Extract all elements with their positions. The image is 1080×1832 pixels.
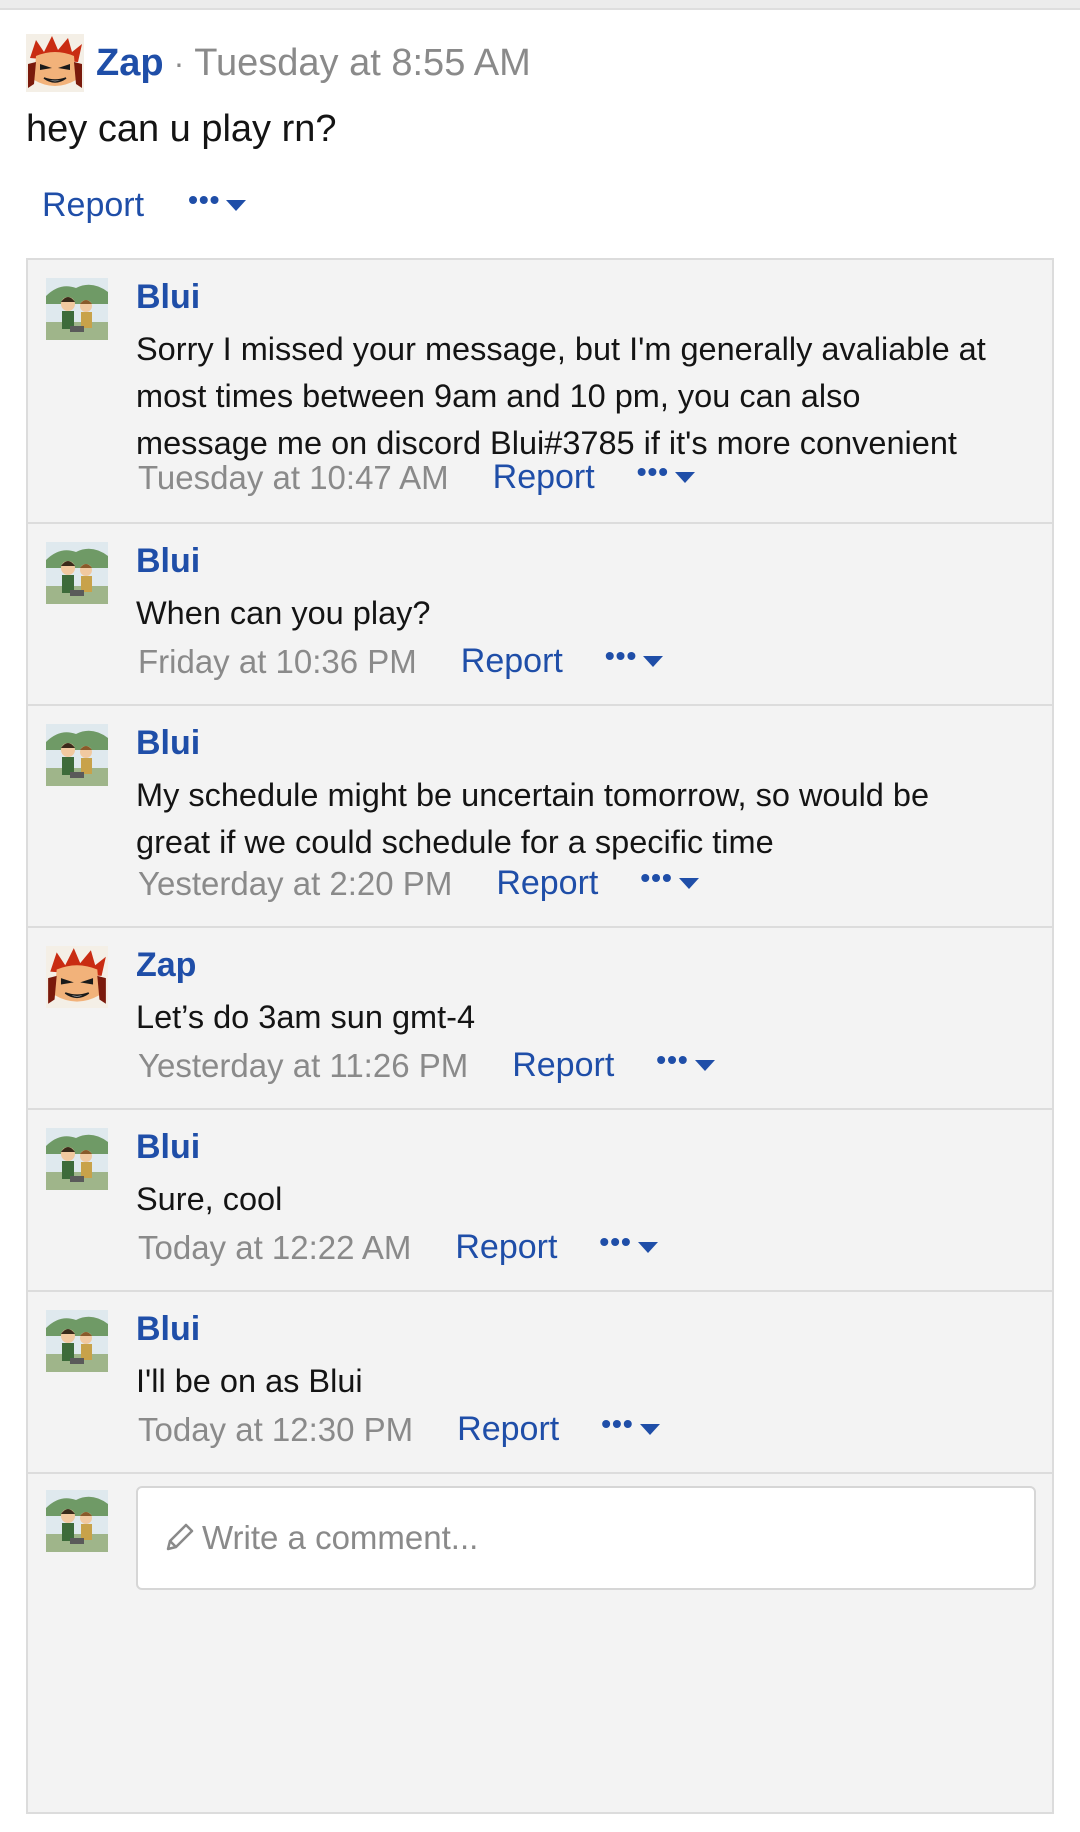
comment-author[interactable]: Blui [136,542,200,581]
pencil-icon [166,1523,194,1551]
comment-timestamp[interactable]: Friday at 10:36 PM [138,643,417,681]
comment-author[interactable]: Blui [136,278,200,317]
comment-meta: Friday at 10:36 PM Report ••• [138,641,664,681]
ellipsis-icon: ••• [601,1407,634,1439]
post-header: Zap · Tuesday at 8:55 AM [26,34,531,92]
comment-text: I'll be on as Blui [136,1358,1036,1405]
comment-text: Sure, cool [136,1176,1036,1223]
comment-item: Blui I'll be on as Blui Today at 12:30 P… [28,1292,1052,1474]
caret-down-icon [675,472,696,483]
caret-down-icon [694,1060,715,1071]
caret-down-icon [226,200,247,211]
report-button[interactable]: Report [493,458,595,497]
more-options-button[interactable]: ••• [601,1409,660,1444]
top-divider [0,0,1080,10]
post-separator: · [173,44,185,81]
report-button[interactable]: Report [461,642,563,681]
comment-author[interactable]: Blui [136,724,200,763]
caret-down-icon [639,1424,660,1435]
comment-meta: Today at 12:22 AM Report ••• [138,1227,658,1267]
report-button[interactable]: Report [496,864,598,903]
comment-author[interactable]: Blui [136,1128,200,1167]
comment-meta: Yesterday at 11:26 PM Report ••• [138,1045,715,1085]
report-button[interactable]: Report [42,186,144,225]
blui-avatar[interactable] [46,1128,108,1190]
ellipsis-icon: ••• [604,639,638,671]
blui-avatar[interactable] [46,724,108,786]
comment-item: Blui My schedule might be uncertain tomo… [28,706,1052,928]
comment-item: Blui When can you play? Friday at 10:36 … [28,524,1052,706]
more-options-button[interactable]: ••• [640,863,699,898]
post-actions: Report ••• [42,185,247,225]
blui-avatar[interactable] [46,542,108,604]
comment-author[interactable]: Zap [136,946,196,985]
comment-item: Blui Sure, cool Today at 12:22 AM Report… [28,1110,1052,1292]
comment-text: When can you play? [136,590,1036,637]
current-user-avatar [46,1490,108,1552]
report-button[interactable]: Report [455,1228,557,1267]
comment-author[interactable]: Blui [136,1310,200,1349]
report-button[interactable]: Report [512,1046,614,1085]
comment-line: Sorry I missed your message, but I'm gen… [136,331,986,367]
caret-down-icon [643,656,664,667]
post-timestamp[interactable]: Tuesday at 8:55 AM [194,42,531,85]
comment-meta: Today at 12:30 PM Report ••• [138,1409,660,1449]
report-button[interactable]: Report [457,1410,559,1449]
ellipsis-icon: ••• [640,861,673,893]
comment-input-placeholder: Write a comment... [202,1519,479,1556]
comment-meta: Tuesday at 10:47 AM Report ••• [138,457,696,497]
comment-input[interactable]: Write a comment... [136,1486,1036,1590]
more-options-button[interactable]: ••• [637,457,696,492]
ellipsis-icon: ••• [636,455,670,487]
comment-thread: Blui Sorry I missed your message, but I'… [26,258,1054,1814]
comment-line: When can you play? [136,595,431,631]
comment-line: My schedule might be uncertain tomorrow,… [136,777,930,813]
zap-avatar[interactable] [26,34,84,92]
caret-down-icon [637,1242,658,1253]
blui-avatar[interactable] [46,1310,108,1372]
comment-line: Let’s do 3am sun gmt-4 [136,999,476,1035]
more-options-button[interactable]: ••• [188,185,247,220]
caret-down-icon [678,878,699,889]
post-author[interactable]: Zap [96,42,164,85]
ellipsis-icon: ••• [656,1043,689,1075]
comment-meta: Yesterday at 2:20 PM Report ••• [138,863,699,903]
comment-line: I'll be on as Blui [136,1363,363,1399]
comment-text: Let’s do 3am sun gmt-4 [136,994,1036,1041]
comment-line: Sure, cool [136,1181,283,1217]
comment-text: Sorry I missed your message, but I'm gen… [136,326,1036,467]
comment-text: My schedule might be uncertain tomorrow,… [136,772,1036,866]
comment-timestamp[interactable]: Yesterday at 2:20 PM [138,865,452,903]
post-body: hey can u play rn? [26,108,337,150]
comment-line: great if we could schedule for a specifi… [136,824,774,860]
comment-timestamp[interactable]: Today at 12:30 PM [138,1411,413,1449]
ellipsis-icon: ••• [599,1225,632,1257]
comment-item: Zap Let’s do 3am sun gmt-4 Yesterday at … [28,928,1052,1110]
ellipsis-icon: ••• [188,183,221,215]
comment-timestamp[interactable]: Tuesday at 10:47 AM [138,459,449,497]
more-options-button[interactable]: ••• [599,1227,658,1262]
comment-line: most times between 9am and 10 pm, you ca… [136,378,861,414]
zap-avatar[interactable] [46,946,108,1008]
comment-composer: Write a comment... [28,1474,1052,1594]
comment-item: Blui Sorry I missed your message, but I'… [28,260,1052,524]
more-options-button[interactable]: ••• [605,641,664,676]
blui-avatar[interactable] [46,278,108,340]
comment-timestamp[interactable]: Today at 12:22 AM [138,1229,411,1267]
comment-timestamp[interactable]: Yesterday at 11:26 PM [138,1047,468,1085]
more-options-button[interactable]: ••• [656,1045,715,1080]
